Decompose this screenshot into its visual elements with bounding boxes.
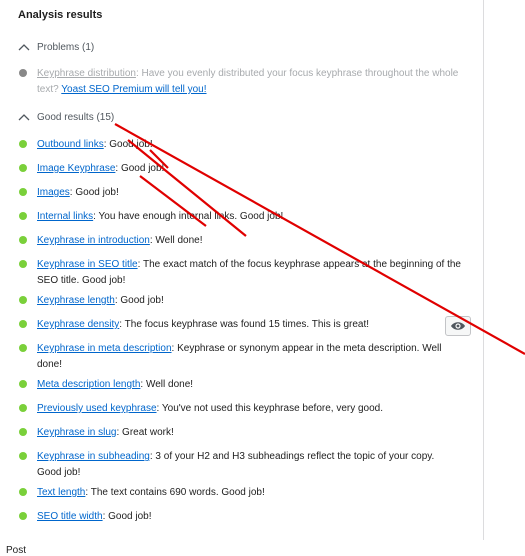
result-text: : Well done! [140,379,194,390]
status-bullet [19,140,27,148]
good-result-item: Image Keyphrase: Good job! [19,161,461,177]
analysis-panel: Analysis results Problems (1) Keyphrase … [0,0,484,540]
result-text: : Good job! [69,187,119,198]
highlight-button[interactable] [445,316,471,336]
problem-link[interactable]: Keyphrase distribution [37,68,136,79]
status-bullet [19,212,27,220]
result-link[interactable]: Keyphrase length [37,295,115,306]
status-bullet [19,236,27,244]
good-result-item: Outbound links: Good job! [19,137,461,153]
problems-toggle[interactable]: Problems (1) [18,42,94,53]
status-bullet [19,380,27,388]
result-link[interactable]: Keyphrase in slug [37,427,117,438]
result-text: : Good job! [115,163,165,174]
result-text: : Well done! [149,235,203,246]
analysis-title: Analysis results [18,9,103,21]
result-text: : You have enough internal links. Good j… [93,211,284,222]
result-link[interactable]: SEO title width [37,511,103,522]
good-result-item: Keyphrase length: Good job! [19,293,461,309]
good-result-item: Previously used keyphrase: You've not us… [19,401,461,417]
good-results-toggle[interactable]: Good results (15) [18,112,114,123]
result-link[interactable]: Keyphrase in SEO title [37,259,138,270]
result-text: : The text contains 690 words. Good job! [85,487,265,498]
result-link[interactable]: Outbound links [37,139,104,150]
good-result-item: Keyphrase in introduction: Well done! [19,233,461,249]
good-result-item: Images: Good job! [19,185,461,201]
problems-heading: Problems (1) [37,42,95,53]
good-results-heading: Good results (15) [37,112,115,123]
status-bullet [19,164,27,172]
problem-item: Keyphrase distribution: Have you evenly … [19,66,461,98]
good-result-item: Keyphrase in meta description: Keyphrase… [19,341,461,373]
chevron-up-icon [18,43,30,53]
result-link[interactable]: Keyphrase in introduction [37,235,150,246]
good-result-item: Keyphrase density: The focus keyphrase w… [19,317,461,333]
result-text: : Good job! [114,295,164,306]
good-result-item: SEO title width: Good job! [19,509,461,525]
result-link[interactable]: Keyphrase in subheading [37,451,150,462]
status-bullet [19,404,27,412]
status-bullet [19,188,27,196]
result-text: : Great work! [116,427,174,438]
result-text: : Good job! [102,511,152,522]
result-link[interactable]: Internal links [37,211,93,222]
result-link[interactable]: Keyphrase density [37,319,119,330]
good-result-item: Keyphrase in SEO title: The exact match … [19,257,461,289]
status-bullet [19,488,27,496]
good-result-item: Keyphrase in subheading: 3 of your H2 an… [19,449,461,481]
result-link[interactable]: Meta description length [37,379,140,390]
good-result-item: Keyphrase in slug: Great work! [19,425,461,441]
result-link[interactable]: Images [37,187,70,198]
result-link[interactable]: Text length [37,487,85,498]
result-text: : Good job! [103,139,153,150]
status-bullet [19,296,27,304]
result-text: : You've not used this keyphrase before,… [156,403,384,414]
status-bullet [19,320,27,328]
status-bullet [19,512,27,520]
result-link[interactable]: Image Keyphrase [37,163,115,174]
result-link[interactable]: Keyphrase in meta description [37,343,172,354]
result-text: : The focus keyphrase was found 15 times… [119,319,370,330]
good-result-item: Meta description length: Well done! [19,377,461,393]
status-bullet [19,344,27,352]
premium-link[interactable]: Yoast SEO Premium will tell you! [61,84,206,95]
status-bullet [19,69,27,77]
eye-icon [451,322,465,330]
result-link[interactable]: Previously used keyphrase [37,403,157,414]
status-bullet [19,428,27,436]
chevron-up-icon [18,113,30,123]
status-bullet [19,452,27,460]
status-bullet [19,260,27,268]
good-result-item: Text length: The text contains 690 words… [19,485,461,501]
good-result-item: Internal links: You have enough internal… [19,209,461,225]
